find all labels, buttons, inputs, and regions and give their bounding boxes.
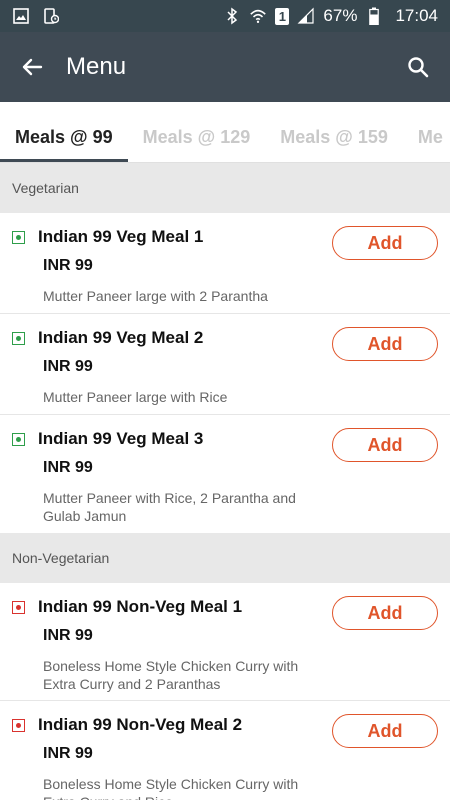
bluetooth-icon bbox=[223, 7, 241, 25]
item-description: Boneless Home Style Chicken Curry with E… bbox=[43, 658, 299, 692]
page-title: Menu bbox=[66, 53, 127, 80]
item-description: Mutter Paneer with Rice, 2 Parantha and … bbox=[43, 490, 296, 524]
tab-meals-more[interactable]: Me bbox=[403, 127, 450, 162]
wifi-icon bbox=[249, 7, 267, 25]
status-bar: 1 67% 17:04 bbox=[0, 0, 450, 32]
back-arrow-icon[interactable] bbox=[16, 51, 48, 83]
tab-meals-99[interactable]: Meals @ 99 bbox=[0, 127, 128, 162]
veg-icon bbox=[12, 332, 25, 345]
list-item: Indian 99 Non-Veg Meal 1 INR 99 Boneless… bbox=[0, 583, 450, 701]
add-button[interactable]: Add bbox=[332, 714, 438, 748]
add-button[interactable]: Add bbox=[332, 226, 438, 260]
section-header-non-vegetarian: Non-Vegetarian bbox=[0, 533, 450, 583]
screen-timer-icon bbox=[42, 7, 60, 25]
section-header-vegetarian: Vegetarian bbox=[0, 163, 450, 213]
tab-meals-159[interactable]: Meals @ 159 bbox=[265, 127, 403, 162]
veg-icon bbox=[12, 433, 25, 446]
category-tabs: Meals @ 99 Meals @ 129 Meals @ 159 Me bbox=[0, 102, 450, 163]
add-button[interactable]: Add bbox=[332, 428, 438, 462]
battery-percent: 67% bbox=[323, 6, 358, 25]
gallery-icon bbox=[12, 7, 30, 25]
tab-meals-129[interactable]: Meals @ 129 bbox=[128, 127, 266, 162]
non-veg-icon bbox=[12, 601, 25, 614]
add-button[interactable]: Add bbox=[332, 327, 438, 361]
list-item: Indian 99 Veg Meal 1 INR 99 Mutter Panee… bbox=[0, 213, 450, 314]
list-item: Indian 99 Veg Meal 2 INR 99 Mutter Panee… bbox=[0, 314, 450, 415]
battery-icon bbox=[365, 7, 383, 25]
app-bar: Menu bbox=[0, 32, 450, 102]
signal-icon bbox=[297, 7, 315, 25]
list-item: Indian 99 Non-Veg Meal 2 INR 99 Boneless… bbox=[0, 701, 450, 800]
non-veg-icon bbox=[12, 719, 25, 732]
veg-icon bbox=[12, 231, 25, 244]
item-description: Boneless Home Style Chicken Curry with E… bbox=[43, 776, 299, 800]
list-item: Indian 99 Veg Meal 3 INR 99 Mutter Panee… bbox=[0, 415, 450, 533]
add-button[interactable]: Add bbox=[332, 596, 438, 630]
search-icon[interactable] bbox=[400, 49, 436, 85]
sim-icon: 1 bbox=[275, 7, 290, 25]
item-description: Mutter Paneer large with 2 Parantha bbox=[43, 288, 268, 304]
item-description: Mutter Paneer large with Rice bbox=[43, 389, 228, 405]
clock: 17:04 bbox=[395, 6, 438, 25]
